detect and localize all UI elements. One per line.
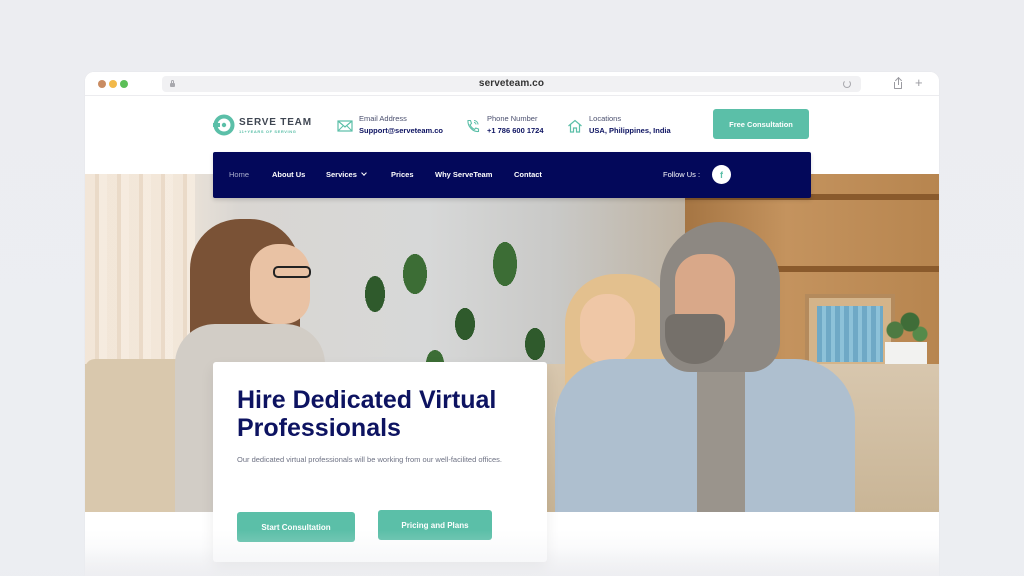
facebook-button[interactable]: f	[712, 165, 731, 184]
nav-contact[interactable]: Contact	[514, 170, 542, 179]
close-window-button[interactable]	[98, 80, 106, 88]
phone-label: Phone Number	[487, 114, 538, 123]
maximize-window-button[interactable]	[120, 80, 128, 88]
mail-icon	[337, 120, 353, 132]
browser-window: serveteam.co + SERVE TEAM 11+YEARS OF SE…	[85, 72, 939, 576]
logo-icon	[213, 114, 235, 136]
url-text: serveteam.co	[478, 78, 545, 89]
main-nav: Home About Us Services Prices Why ServeT…	[213, 152, 811, 198]
hero-title: Hire Dedicated Virtual Professionals	[237, 386, 497, 442]
hero-card: Hire Dedicated Virtual Professionals Our…	[213, 362, 547, 562]
reload-icon[interactable]	[843, 80, 851, 88]
phone-value[interactable]: +1 786 600 1724	[487, 126, 544, 135]
follow-us-label: Follow Us :	[663, 170, 701, 179]
share-icon[interactable]	[893, 76, 903, 90]
logo[interactable]: SERVE TEAM 11+YEARS OF SERVING	[213, 113, 311, 139]
nav-prices[interactable]: Prices	[391, 170, 414, 179]
logo-tagline: 11+YEARS OF SERVING	[239, 129, 297, 134]
location-value: USA, Philippines, India	[589, 126, 671, 135]
free-consultation-button[interactable]: Free Consultation	[713, 109, 809, 139]
pricing-and-plans-button[interactable]: Pricing and Plans	[378, 510, 492, 540]
nav-home[interactable]: Home	[229, 170, 249, 179]
nav-why-serveteam[interactable]: Why ServeTeam	[435, 170, 492, 179]
hero-description: Our dedicated virtual professionals will…	[237, 455, 502, 464]
home-icon	[568, 119, 582, 133]
chevron-down-icon	[361, 170, 367, 176]
new-tab-icon[interactable]: +	[915, 75, 923, 91]
location-label: Locations	[589, 114, 622, 123]
phone-icon	[467, 119, 480, 133]
email-value[interactable]: Support@serveteam.co	[359, 126, 443, 135]
browser-toolbar: serveteam.co +	[85, 72, 939, 96]
minimize-window-button[interactable]	[109, 80, 117, 88]
address-bar[interactable]: serveteam.co	[162, 76, 861, 92]
nav-about-us[interactable]: About Us	[272, 170, 305, 179]
facebook-icon: f	[720, 169, 723, 180]
email-label: Email Address	[359, 114, 407, 123]
nav-services-label: Services	[326, 170, 357, 179]
logo-title: SERVE TEAM	[239, 117, 312, 128]
start-consultation-button[interactable]: Start Consultation	[237, 512, 355, 542]
nav-services[interactable]: Services	[326, 170, 367, 179]
